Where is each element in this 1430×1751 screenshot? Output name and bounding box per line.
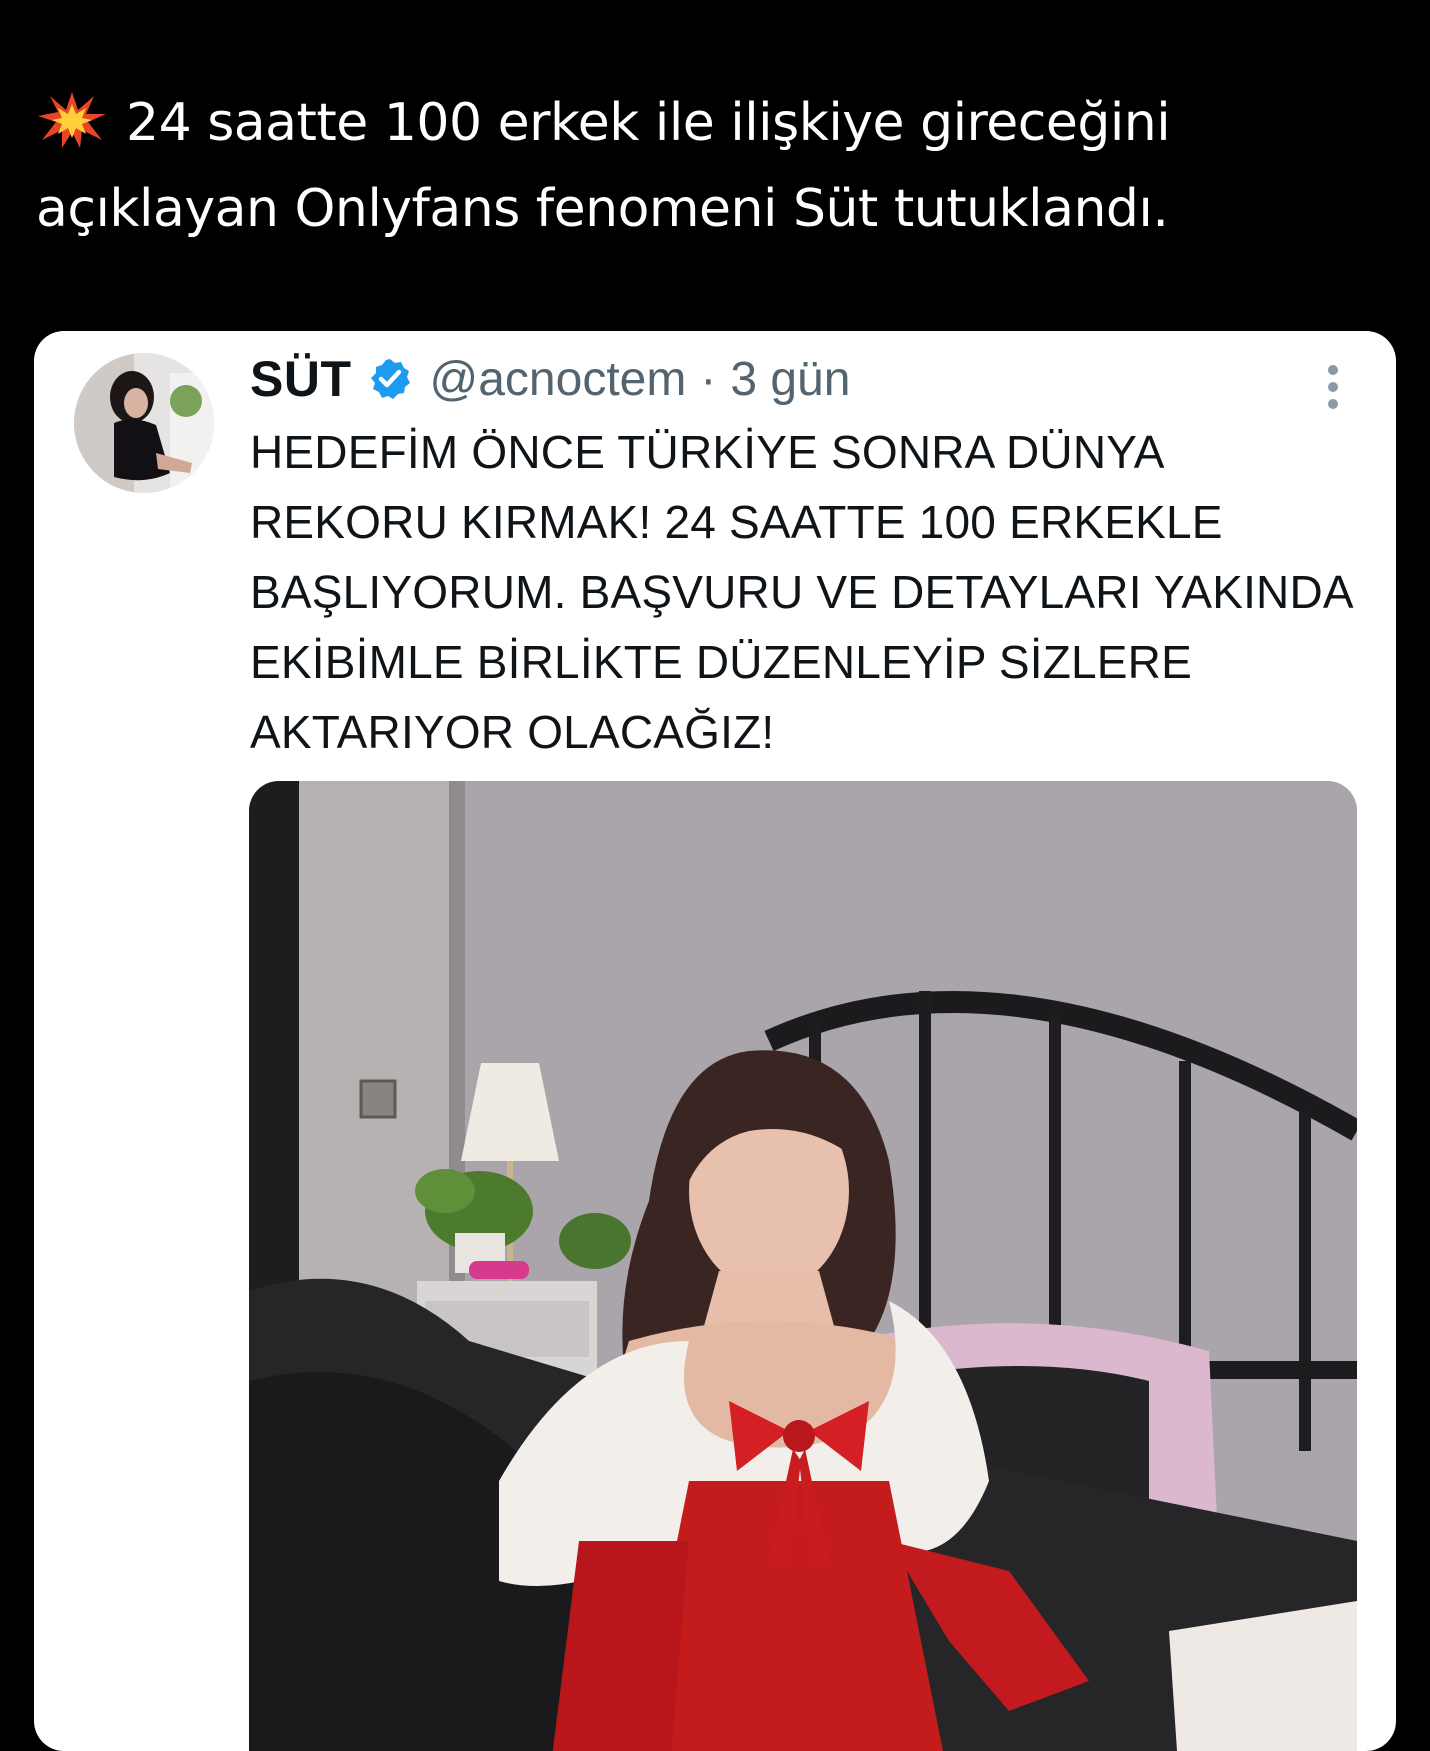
display-name[interactable]: SÜT <box>250 350 352 408</box>
tweet-timestamp[interactable]: 3 gün <box>730 352 850 407</box>
avatar[interactable] <box>74 353 214 493</box>
more-options-icon[interactable] <box>1326 363 1340 411</box>
separator-dot: · <box>700 352 717 406</box>
collision-icon <box>38 92 106 148</box>
tweet-text: HEDEFİM ÖNCE TÜRKİYE SONRA DÜNYA REKORU … <box>250 426 1352 758</box>
post-headline: 24 saatte 100 erkek ile ilişkiye gireceğ… <box>36 80 1366 252</box>
quoted-tweet-card[interactable]: SÜT @acnoctem · 3 gün HEDEFİM ÖNCE TÜRKİ… <box>34 331 1396 1751</box>
user-handle[interactable]: @acnoctem <box>430 352 687 407</box>
verified-badge-icon <box>370 359 410 399</box>
tweet-photo[interactable] <box>249 781 1357 1751</box>
tweet-header: SÜT @acnoctem · 3 gün <box>250 349 850 409</box>
headline-text: 24 saatte 100 erkek ile ilişkiye gireceğ… <box>36 93 1171 239</box>
